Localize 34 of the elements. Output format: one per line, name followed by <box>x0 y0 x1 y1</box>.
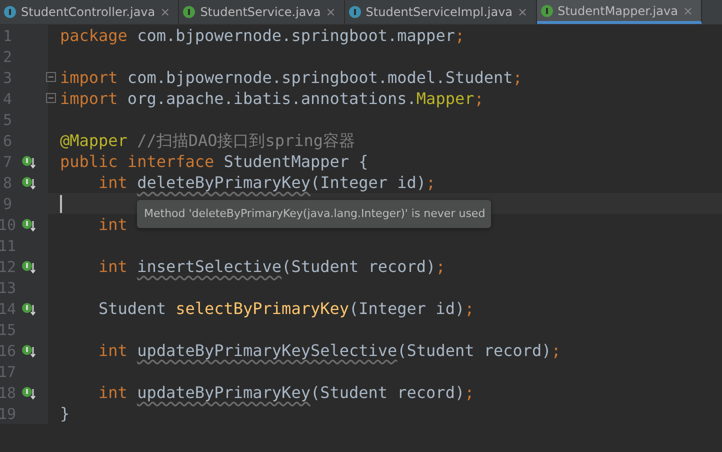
code-line: package com.bjpowernode.springboot.mapper; <box>60 25 465 46</box>
code-line: import com.bjpowernode.springboot.model.Student; <box>60 67 522 88</box>
implementation-gutter-icon[interactable] <box>22 386 36 400</box>
code-line: int updateByPrimaryKeySelective(Student record); <box>98 340 561 361</box>
code-line: int deleteByPrimaryKey(Integer id); <box>98 172 436 193</box>
class-icon <box>4 6 16 18</box>
close-icon[interactable]: × <box>518 5 528 19</box>
code-line: int updateByPrimaryKey(Student record); <box>98 382 474 403</box>
file-tab[interactable]: StudentService.java × <box>179 0 345 24</box>
close-icon[interactable]: × <box>160 5 170 19</box>
close-icon[interactable]: × <box>682 4 694 18</box>
code-line: Student selectByPrimaryKey(Integer id); <box>98 298 474 319</box>
code-line: int <box>98 214 128 235</box>
file-tab[interactable]: StudentController.java × <box>0 0 180 24</box>
class-icon <box>348 6 361 18</box>
code-line: @Mapper //扫描DAO接口到spring容器 <box>60 130 356 151</box>
code-line: int insertSelective(Student record); <box>98 256 446 277</box>
implementation-gutter-icon[interactable] <box>22 302 36 316</box>
implementation-gutter-icon[interactable] <box>22 260 36 274</box>
implementation-gutter-icon[interactable] <box>22 344 36 358</box>
interface-icon <box>540 4 553 16</box>
file-tab[interactable]: StudentMapper.java × <box>536 0 702 24</box>
file-tab[interactable]: StudentServiceImpl.java × <box>344 0 537 24</box>
implementation-gutter-icon[interactable] <box>22 218 36 232</box>
code-line: public interface StudentMapper { <box>60 151 368 172</box>
fold-icon[interactable] <box>46 72 56 83</box>
code-line: import org.apache.ibatis.annotations.Mapper; <box>60 88 484 109</box>
implementation-gutter-icon[interactable] <box>22 155 36 169</box>
interface-icon <box>183 6 196 18</box>
implementation-gutter-icon[interactable] <box>22 176 36 190</box>
fold-icon[interactable] <box>46 93 56 104</box>
close-icon[interactable]: × <box>326 5 336 19</box>
code-line: } <box>60 403 70 424</box>
tooltip: Method 'deleteByPrimaryKey(java.lang.Integer)' is never used <box>137 200 492 228</box>
